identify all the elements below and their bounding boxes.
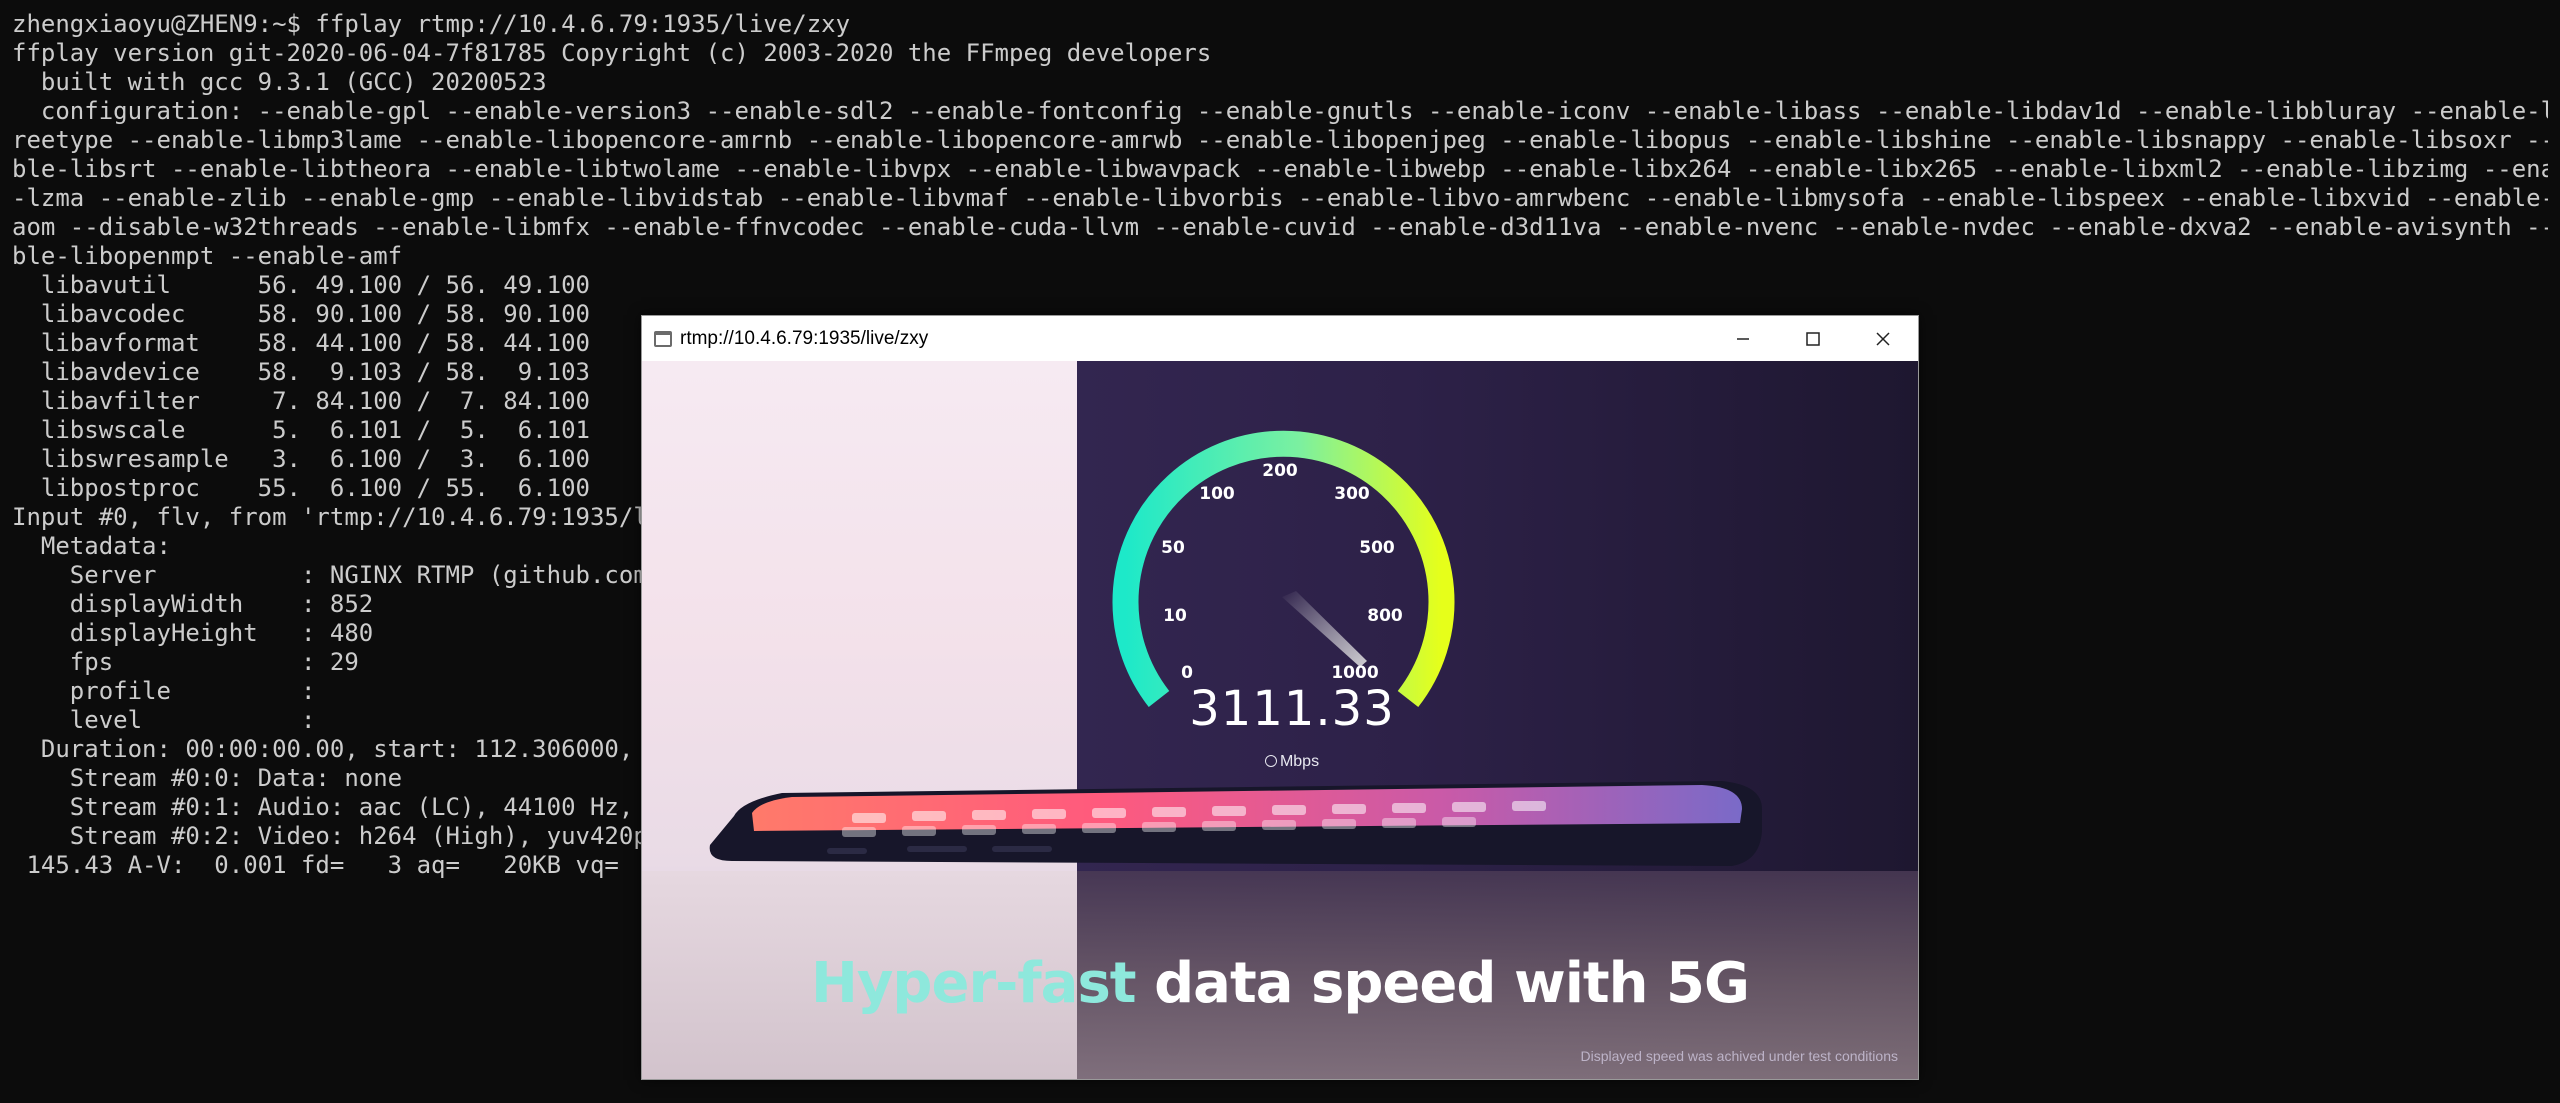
window-title: rtmp://10.4.6.79:1935/live/zxy [680,327,929,349]
terminal-line: ble-libsrt --enable-libtheora --enable-l… [12,155,2548,183]
gauge-label: 500 [1359,538,1395,558]
gauge-label: 100 [1199,484,1235,504]
speed-unit-label: Mbps [1279,753,1320,770]
speed-unit: Mbps [1242,753,1342,771]
title-bar[interactable]: rtmp://10.4.6.79:1935/live/zxy [642,316,1918,361]
terminal-line: aom --disable-w32threads --enable-libmfx… [12,213,2548,241]
video-frame[interactable]: 0 10 50 100 200 300 500 800 1000 3111.33… [642,361,1918,1079]
terminal-line: libavutil 56. 49.100 / 56. 49.100 [12,271,590,299]
terminal-line: reetype --enable-libmp3lame --enable-lib… [12,126,2548,154]
speed-gauge-arc [1112,430,1455,707]
minimize-icon [1737,337,1749,340]
maximize-icon [1806,331,1820,346]
minimize-button[interactable] [1708,316,1778,361]
gauge-label: 10 [1163,606,1187,626]
download-icon [1264,755,1277,767]
video-disclaimer: Displayed speed was achived under test c… [1580,1048,1898,1064]
headline-rest: data speed with 5G [1154,951,1750,1016]
gauge-label: 50 [1161,538,1185,558]
window-controls [1708,316,1918,361]
headline-accent: Hyper-fast [811,951,1137,1016]
video-headline: Hyper-fast data speed with 5G [642,951,1918,1016]
terminal-line: ble-libopenmpt --enable-amf [12,242,403,270]
gauge-label: 300 [1334,484,1370,504]
close-icon [1876,331,1890,346]
gauge-label: 0 [1181,663,1193,683]
speed-value: 3111.33 [1189,681,1395,737]
terminal-line: configuration: --enable-gpl --enable-ver… [12,97,2548,125]
terminal-line: zhengxiaoyu@ZHEN9:~$ ffplay rtmp://10.4.… [12,10,851,38]
ffplay-window[interactable]: rtmp://10.4.6.79:1935/live/zxy 0 10 50 1… [641,315,1919,1080]
terminal-line: ffplay version git-2020-06-04-7f81785 Co… [12,39,1212,67]
gauge-label: 800 [1367,606,1403,626]
window-icon [654,330,672,347]
gauge-label: 1000 [1331,663,1378,683]
terminal-line: built with gcc 9.3.1 (GCC) 20200523 [12,68,547,96]
terminal-line: -lzma --enable-zlib --enable-gmp --enabl… [12,184,2548,212]
close-button[interactable] [1848,316,1918,361]
speed-gauge-needle [1282,591,1367,667]
gauge-label: 200 [1262,461,1298,481]
maximize-button[interactable] [1778,316,1848,361]
